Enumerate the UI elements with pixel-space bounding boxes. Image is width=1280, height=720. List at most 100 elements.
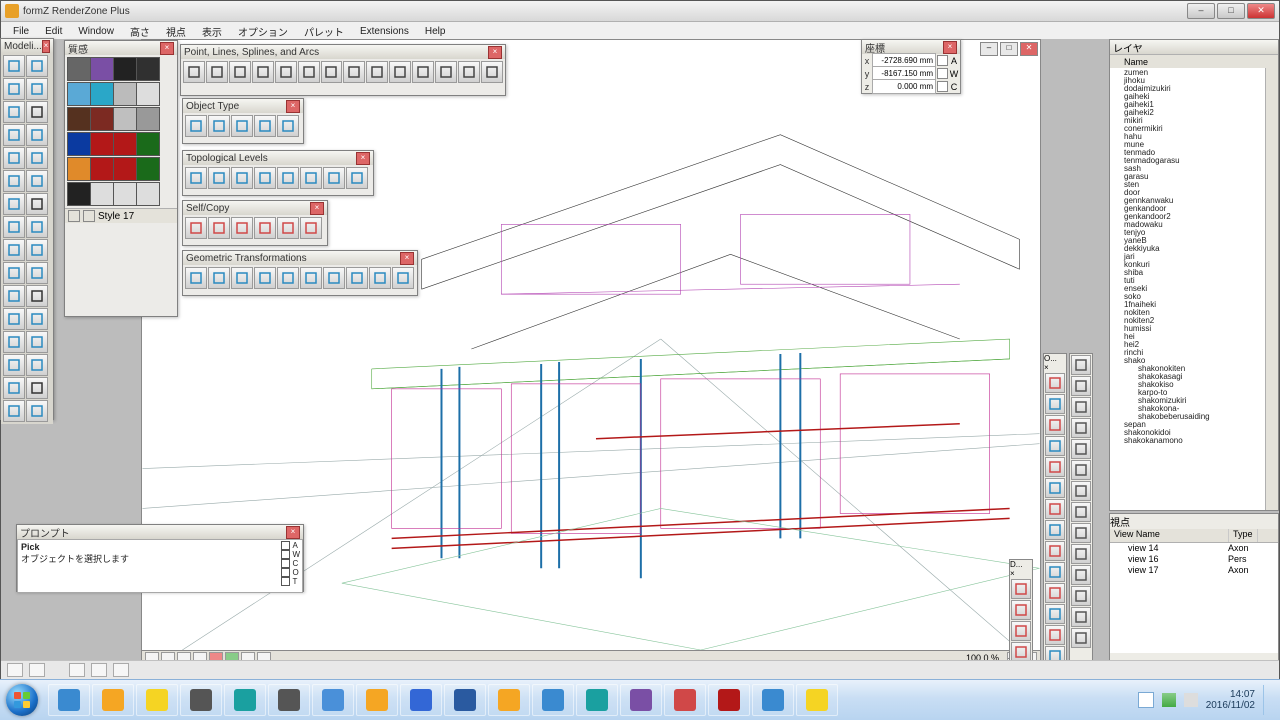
tool-button[interactable] [254, 115, 276, 137]
taskbar-item[interactable] [444, 684, 486, 716]
tool-button[interactable] [26, 354, 48, 376]
tool-button[interactable] [231, 115, 253, 137]
tool-button[interactable] [3, 400, 25, 422]
tool-button[interactable] [1011, 600, 1031, 620]
layers-header-name[interactable]: Name [1124, 57, 1148, 67]
tool-button[interactable] [3, 239, 25, 261]
menu-file[interactable]: File [5, 24, 37, 39]
tool-button[interactable] [1071, 628, 1091, 648]
doc-close-button[interactable]: ✕ [1020, 42, 1038, 56]
views-col-name[interactable]: View Name [1110, 529, 1229, 542]
coord-z-input[interactable] [872, 79, 936, 94]
tool-button[interactable] [1071, 586, 1091, 606]
tool-button[interactable] [231, 217, 253, 239]
materials-mode-icon[interactable] [83, 210, 95, 222]
titlebar[interactable]: formZ RenderZone Plus – □ ✕ [1, 1, 1279, 22]
tool-button[interactable] [300, 267, 322, 289]
material-swatch[interactable] [113, 132, 137, 156]
layer-row[interactable]: shakokanamono [1110, 436, 1266, 444]
tool-button[interactable] [229, 61, 251, 83]
material-swatch[interactable] [90, 57, 114, 81]
tool-button[interactable] [1011, 621, 1031, 641]
tool-button[interactable] [185, 167, 207, 189]
tool-button[interactable] [300, 217, 322, 239]
menu-view[interactable]: 視点 [158, 22, 194, 41]
tool-button[interactable] [3, 262, 25, 284]
tool-button[interactable] [389, 61, 411, 83]
tool-button[interactable] [26, 285, 48, 307]
tool-button[interactable] [3, 170, 25, 192]
menu-palette[interactable]: パレット [296, 22, 352, 41]
tool-button[interactable] [3, 101, 25, 123]
coord-lock-checkbox[interactable] [937, 55, 948, 66]
material-swatch[interactable] [67, 57, 91, 81]
tool-button[interactable] [26, 124, 48, 146]
tool-button[interactable] [26, 239, 48, 261]
close-icon[interactable]: × [1044, 363, 1066, 372]
tool-button[interactable] [206, 61, 228, 83]
tool-button[interactable] [1071, 418, 1091, 438]
tool-button[interactable] [208, 115, 230, 137]
taskbar-item[interactable] [576, 684, 618, 716]
tool-button[interactable] [208, 167, 230, 189]
close-icon[interactable]: × [1010, 569, 1032, 578]
tool-button[interactable] [1011, 642, 1031, 662]
tool-button[interactable] [3, 55, 25, 77]
tool-button[interactable] [321, 61, 343, 83]
show-desktop-button[interactable] [1263, 685, 1272, 715]
tool-button[interactable] [231, 167, 253, 189]
material-swatch[interactable] [136, 57, 160, 81]
tool-button[interactable] [435, 61, 457, 83]
close-button[interactable]: ✕ [1247, 3, 1275, 19]
material-swatch[interactable] [136, 107, 160, 131]
taskbar-item[interactable] [488, 684, 530, 716]
prompt-opt-checkbox[interactable] [281, 568, 290, 577]
tool-button[interactable] [1071, 523, 1091, 543]
material-swatch[interactable] [136, 157, 160, 181]
layers-list[interactable]: zumenjihokudodaimizukirigaihekigaiheki1g… [1110, 68, 1266, 510]
tool-button[interactable] [1045, 520, 1065, 540]
tool-button[interactable] [26, 78, 48, 100]
layer-row[interactable]: shakomizukiri [1110, 396, 1266, 404]
menu-display[interactable]: 表示 [194, 22, 230, 41]
tool-button[interactable] [1045, 373, 1065, 393]
close-icon[interactable]: × [286, 100, 300, 113]
tool-button[interactable] [26, 55, 48, 77]
material-swatch[interactable] [113, 107, 137, 131]
taskbar-item[interactable] [136, 684, 178, 716]
clock[interactable]: 14:07 2016/11/02 [1206, 689, 1255, 711]
tool-button[interactable] [3, 285, 25, 307]
close-icon[interactable]: × [488, 46, 502, 59]
layer-row[interactable]: shakonokiten [1110, 364, 1266, 372]
material-swatch[interactable] [113, 82, 137, 106]
taskbar-item[interactable] [224, 684, 266, 716]
views-list[interactable]: view 14Axonview 16Persview 17Axon [1110, 543, 1278, 653]
tool-button[interactable] [300, 167, 322, 189]
layer-row[interactable]: shakokasagi [1110, 372, 1266, 380]
tool-button[interactable] [323, 167, 345, 189]
taskbar-item[interactable] [48, 684, 90, 716]
view-row[interactable]: view 14Axon [1110, 543, 1278, 554]
start-button[interactable] [0, 680, 44, 720]
close-icon[interactable]: × [400, 252, 414, 265]
tool-button[interactable] [185, 267, 207, 289]
tool-button[interactable] [3, 147, 25, 169]
system-tray[interactable]: 14:07 2016/11/02 [1138, 685, 1280, 715]
tool-button[interactable] [208, 267, 230, 289]
tool-button[interactable] [1045, 457, 1065, 477]
close-icon[interactable]: × [356, 152, 370, 165]
tool-button[interactable] [254, 167, 276, 189]
taskbar-item[interactable] [180, 684, 222, 716]
tool-button[interactable] [392, 267, 414, 289]
tool-button[interactable] [1071, 481, 1091, 501]
material-swatch[interactable] [67, 107, 91, 131]
tool-button[interactable] [1071, 460, 1091, 480]
taskbar-item[interactable] [92, 684, 134, 716]
tool-button[interactable] [366, 61, 388, 83]
tool-button[interactable] [275, 61, 297, 83]
tool-button[interactable] [26, 262, 48, 284]
tool-button[interactable] [1045, 436, 1065, 456]
material-swatch[interactable] [90, 132, 114, 156]
tool-button[interactable] [3, 216, 25, 238]
maximize-button[interactable]: □ [1217, 3, 1245, 19]
